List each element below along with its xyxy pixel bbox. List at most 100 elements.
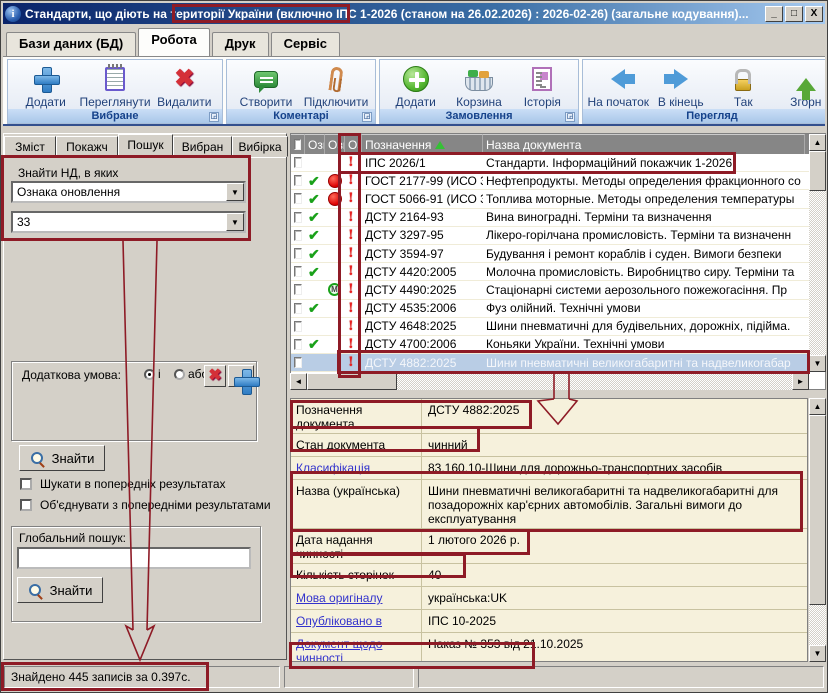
row-select-checkbox[interactable] [291, 209, 305, 226]
ribbon-button-видалити[interactable]: ✖Видалити [151, 62, 218, 109]
search-field-combobox[interactable]: Ознака оновлення ▼ [11, 181, 246, 203]
ribbon-tab-4[interactable]: Сервіс [271, 32, 340, 56]
scroll-left-icon[interactable]: ◄ [290, 373, 307, 390]
table-hscroll-thumb[interactable] [307, 373, 397, 390]
document-title-cell[interactable]: Нефтепродукты. Методы определения фракци… [483, 172, 805, 189]
row-select-checkbox[interactable] [291, 354, 305, 371]
union-previous-checkbox[interactable] [20, 499, 32, 511]
scroll-up-icon[interactable]: ▲ [809, 134, 826, 151]
checkbox-icon[interactable] [294, 248, 302, 259]
document-title-cell[interactable]: Стандарти. Інформаційний покажчик 1-2026 [483, 154, 805, 171]
document-title-cell[interactable]: Стаціонарні системи аерозольного пожежог… [483, 281, 805, 298]
ribbon-button-підключити[interactable]: Підключити [301, 62, 371, 109]
document-code-cell[interactable]: ДСТУ 3297-95 [362, 227, 483, 244]
table-vertical-scrollbar[interactable]: ▲ ▼ [809, 134, 826, 372]
table-row[interactable]: ✔!ДСТУ 3297-95Лікеро-горілчана промислов… [291, 227, 825, 245]
ribbon-button-створити[interactable]: Створити [231, 62, 301, 109]
table-row[interactable]: ✔!ДСТУ 4535:2006Фуз олійний. Технічні ум… [291, 300, 825, 318]
add-condition-button[interactable] [228, 365, 254, 387]
radio-and-icon[interactable] [144, 369, 155, 380]
search-in-previous-checkbox[interactable] [20, 478, 32, 490]
column-header-3[interactable]: Оз [345, 134, 362, 154]
document-code-cell[interactable]: ДСТУ 4535:2006 [362, 300, 483, 317]
left-tab-4[interactable]: Вибран [173, 136, 232, 157]
dialog-launcher-icon[interactable]: ◲ [362, 112, 372, 122]
table-row[interactable]: ✔!ДСТУ 3594-97Будування і ремонт кораблі… [291, 245, 825, 263]
document-title-cell[interactable]: Коньяки України. Технічні умови [483, 336, 805, 353]
document-title-cell[interactable]: Шини пневматичні для будівельних, дорожн… [483, 318, 805, 335]
details-label-link[interactable]: Мова оригіналу [291, 587, 421, 609]
ribbon-button-на-початок[interactable]: На початок [587, 62, 650, 109]
ribbon-button-в-кінець[interactable]: В кінець [650, 62, 713, 109]
row-select-checkbox[interactable] [291, 190, 305, 207]
table-horizontal-scrollbar[interactable]: ◄ ► [290, 373, 809, 390]
table-row[interactable]: ✔!ДСТУ 4420:2005Молочна промисловість. В… [291, 263, 825, 281]
left-tab-2[interactable]: Покажч [56, 136, 118, 157]
details-label-link[interactable]: Документ щодо чинності [291, 633, 421, 662]
ribbon-button-згорн[interactable]: Згорн [775, 62, 826, 109]
document-code-cell[interactable]: ДСТУ 3594-97 [362, 245, 483, 262]
ribbon-tab-3[interactable]: Друк [212, 32, 269, 56]
left-tab-5[interactable]: Вибірка [232, 136, 288, 157]
minimize-button[interactable]: _ [765, 6, 783, 22]
document-code-cell[interactable]: ДСТУ 4700:2006 [362, 336, 483, 353]
document-code-cell[interactable]: ДСТУ 4882:2025 [362, 354, 483, 371]
dialog-launcher-icon[interactable]: ◲ [209, 112, 219, 122]
ribbon-tab-2[interactable]: Робота [138, 28, 210, 56]
checkbox-icon[interactable] [294, 175, 302, 186]
radio-or-icon[interactable] [174, 369, 185, 380]
column-header-2[interactable]: Озн [325, 134, 345, 154]
global-find-button[interactable]: Знайти [17, 577, 103, 603]
scroll-right-icon[interactable]: ► [792, 373, 809, 390]
checkbox-icon[interactable] [294, 284, 302, 295]
global-search-input[interactable] [17, 547, 251, 569]
table-row[interactable]: !ДСТУ 4882:2025Шини пневматичні великога… [291, 354, 825, 372]
details-vertical-scrollbar[interactable]: ▲ ▼ [809, 398, 826, 662]
document-code-cell[interactable]: ДСТУ 4648:2025 [362, 318, 483, 335]
row-select-checkbox[interactable] [291, 281, 305, 298]
column-header-5[interactable]: Назва документа [483, 134, 805, 154]
checkbox-icon[interactable] [294, 230, 302, 241]
checkbox-icon[interactable] [294, 321, 302, 332]
table-row[interactable]: ✔!ДСТУ 2164-93Вина виноградні. Терміни т… [291, 209, 825, 227]
row-select-checkbox[interactable] [291, 300, 305, 317]
ribbon-button-переглянути[interactable]: Переглянути [79, 62, 150, 109]
row-select-checkbox[interactable] [291, 227, 305, 244]
checkbox-icon[interactable] [294, 266, 302, 277]
table-row[interactable]: !ДСТУ 4648:2025Шини пневматичні для буді… [291, 318, 825, 336]
checkbox-icon[interactable] [294, 193, 302, 204]
document-title-cell[interactable]: Вина виноградні. Терміни та визначення [483, 209, 805, 226]
document-code-cell[interactable]: ГОСТ 5066-91 (ИСО 3 [362, 190, 483, 207]
maximize-button[interactable]: □ [785, 6, 803, 22]
scroll-down-icon[interactable]: ▼ [809, 645, 826, 662]
ribbon-button-корзина[interactable]: Корзина [447, 62, 510, 109]
table-row[interactable]: М!ДСТУ 4490:2025Стаціонарні системи аеро… [291, 281, 825, 299]
checkbox-icon[interactable] [294, 303, 302, 314]
row-select-checkbox[interactable] [291, 172, 305, 189]
document-title-cell[interactable]: Топлива моторные. Методы определения тем… [483, 190, 805, 207]
find-button[interactable]: Знайти [19, 445, 105, 471]
left-tab-3[interactable]: Пошук [118, 134, 173, 157]
document-code-cell[interactable]: ІПС 2026/1 [362, 154, 483, 171]
table-row[interactable]: ✔!ГОСТ 2177-99 (ИСО 3Нефтепродукты. Мето… [291, 172, 825, 190]
select-all-checkbox[interactable] [291, 134, 305, 154]
ribbon-button-додати[interactable]: Додати [12, 62, 79, 109]
row-select-checkbox[interactable] [291, 245, 305, 262]
details-label-link[interactable]: Класифікація [291, 457, 421, 479]
left-tab-1[interactable]: Зміст [4, 136, 56, 157]
document-code-cell[interactable]: ДСТУ 4490:2025 [362, 281, 483, 298]
document-title-cell[interactable]: Будування і ремонт кораблів і суден. Вим… [483, 245, 805, 262]
checkbox-icon[interactable] [294, 139, 301, 150]
checkbox-icon[interactable] [294, 357, 302, 368]
document-title-cell[interactable]: Шини пневматичні великогабаритні та надв… [483, 354, 805, 371]
condition-and-radio[interactable]: і [144, 367, 161, 381]
row-select-checkbox[interactable] [291, 318, 305, 335]
row-select-checkbox[interactable] [291, 154, 305, 171]
document-title-cell[interactable]: Молочна промисловість. Виробництво сиру.… [483, 263, 805, 280]
checkbox-icon[interactable] [294, 339, 302, 350]
chevron-down-icon[interactable]: ▼ [226, 183, 244, 201]
scroll-up-icon[interactable]: ▲ [809, 398, 826, 415]
remove-condition-button[interactable]: ✖ [204, 365, 226, 387]
document-title-cell[interactable]: Фуз олійний. Технічні умови [483, 300, 805, 317]
table-row[interactable]: !ІПС 2026/1Стандарти. Інформаційний пока… [291, 154, 825, 172]
